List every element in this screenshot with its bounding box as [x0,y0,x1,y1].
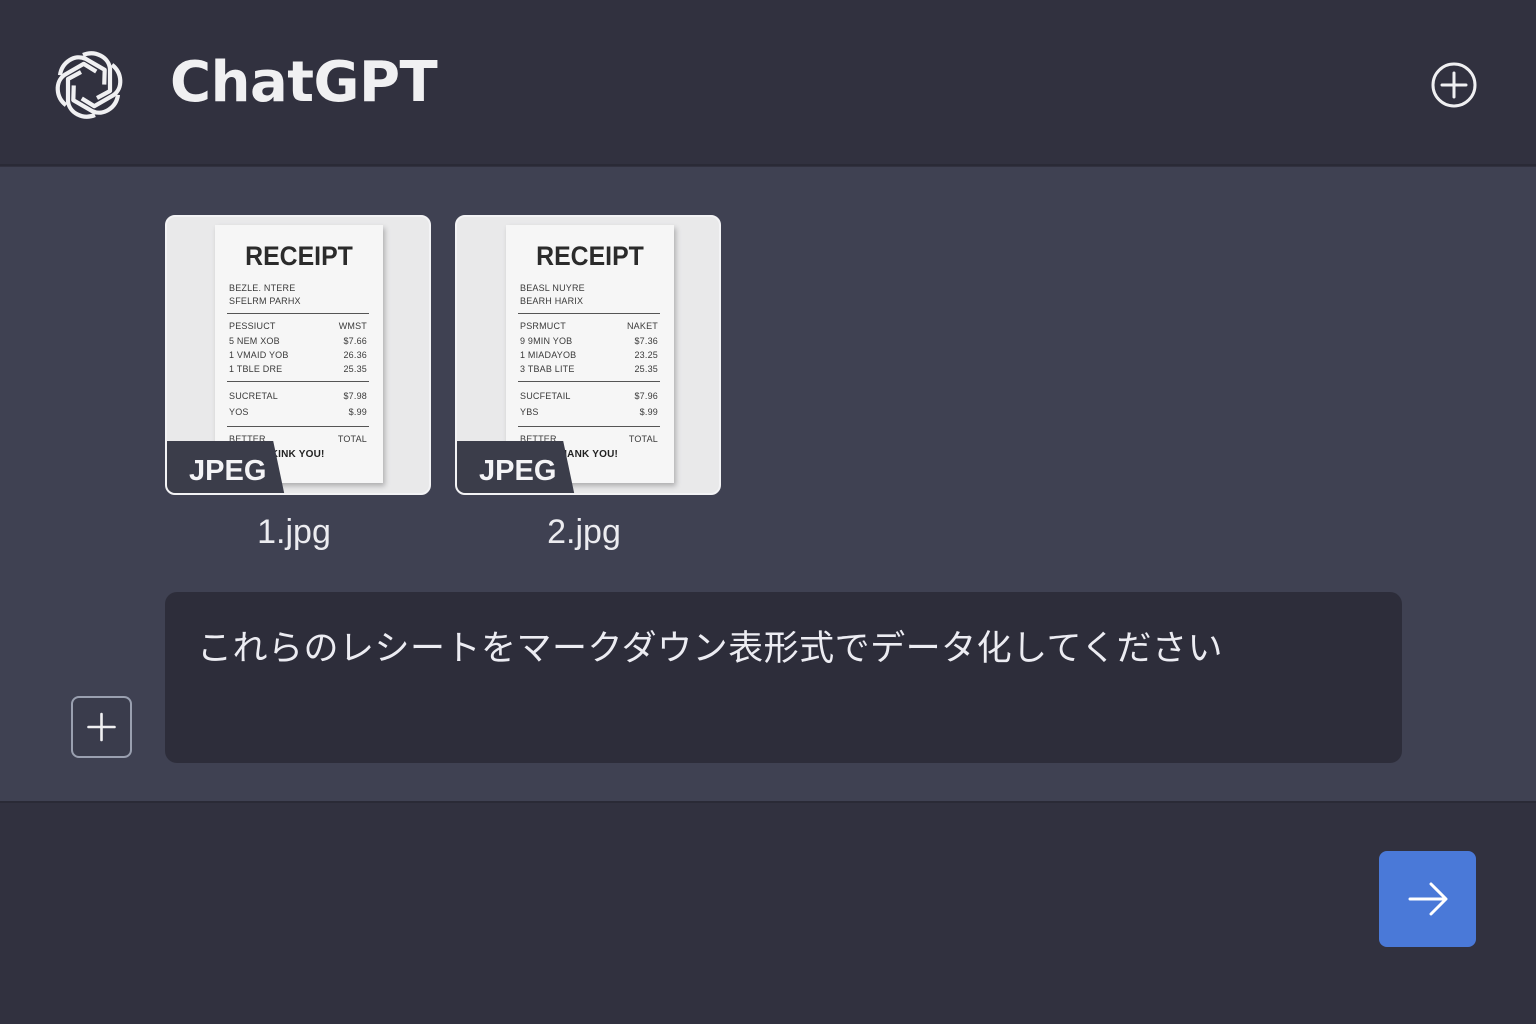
receipt-text: NAKET [626,321,658,331]
receipt-text: WMST [338,321,367,331]
receipt-text: YBS [520,407,539,417]
receipt-text: TOTAL [628,434,658,444]
receipt-divider [518,426,660,427]
plus-icon [87,712,116,742]
receipt-text: 25.35 [343,364,367,374]
attachment-item[interactable]: RECEIPT BEASL NUYRE BEARH HARIX PSRMUCT … [455,215,721,552]
receipt-text: 9 9MIN YOB [520,336,573,346]
attachment-filename: 2.jpg [547,513,621,551]
receipt-text: $.99 [348,407,367,417]
receipt-text: $7.98 [343,391,367,401]
receipt-text: TOTAL [337,434,367,444]
attachment-thumbnail[interactable]: RECEIPT BEZLE. NTERE SFELRM PARHX PESSIU… [165,215,431,495]
send-button[interactable] [1379,851,1476,947]
receipt-text: SUCRETAL [229,391,278,401]
receipt-text: $.99 [639,407,658,417]
attach-button[interactable] [71,696,132,758]
attachment-filename: 1.jpg [257,513,331,551]
plus-circle-icon[interactable] [1429,60,1479,110]
file-type-label: JPEG [189,455,267,487]
receipt-text: 5 NEM XOB [229,336,280,346]
receipt-text: 23.25 [634,350,658,360]
receipt-text: 1 MIADAYOB [520,350,577,360]
receipt-divider [227,426,369,427]
receipt-text: $7.36 [634,336,658,346]
receipt-text: 1 TBLE DRE [229,364,283,374]
receipt-text: 25.35 [634,364,658,374]
prompt-input[interactable]: これらのレシートをマークダウン表形式でデータ化してください [165,592,1402,763]
receipt-divider [227,313,369,314]
receipt-divider [227,381,369,382]
attachment-item[interactable]: RECEIPT BEZLE. NTERE SFELRM PARHX PESSIU… [165,215,431,552]
chat-composer-area: RECEIPT BEZLE. NTERE SFELRM PARHX PESSIU… [0,167,1536,801]
prompt-text: これらのレシートをマークダウン表形式でデータ化してください [197,629,1224,669]
footer-bar [0,801,1536,1024]
openai-logo-icon [52,48,126,122]
receipt-text: 1 VMAID YOB [229,350,289,360]
receipt-text: $7.66 [343,336,367,346]
receipt-text: PSRMUCT [520,321,566,331]
receipt-divider [518,313,660,314]
receipt-text: BEZLE. NTERE [229,283,296,293]
arrow-right-icon [1408,882,1448,916]
receipt-text: 26.36 [343,350,367,360]
receipt-text: SFELRM PARHX [229,296,301,306]
receipt-text: BEASL NUYRE [520,283,585,293]
file-type-label: JPEG [479,455,557,487]
receipt-title: RECEIPT [245,241,353,271]
header-bar: ChatGPT [0,0,1536,166]
receipt-text: SUCFETAIL [520,391,571,401]
receipt-text: PESSIUCT [229,321,276,331]
receipt-title: RECEIPT [536,241,644,271]
receipt-text: YOS [229,407,249,417]
receipt-text: BEARH HARIX [520,296,584,306]
receipt-divider [518,381,660,382]
attachment-thumbnail[interactable]: RECEIPT BEASL NUYRE BEARH HARIX PSRMUCT … [455,215,721,495]
receipt-text: $7.96 [634,391,658,401]
receipt-text: 3 TBAB LITE [520,364,575,374]
app-title: ChatGPT [170,50,438,115]
